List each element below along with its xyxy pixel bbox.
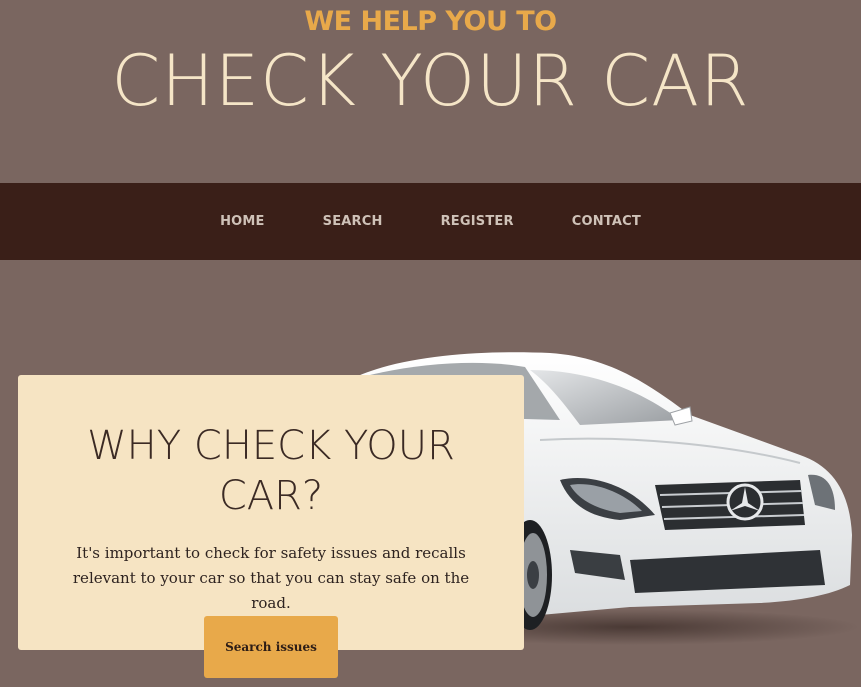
nav-item-register[interactable]: REGISTER [441,214,514,229]
hero-subtitle: WE HELP YOU TO [304,6,557,37]
main-nav: HOME SEARCH REGISTER CONTACT [0,183,861,260]
nav-item-search[interactable]: SEARCH [323,214,383,229]
feature-description: It's important to check for safety issue… [72,544,470,612]
hero-title: CHECK YOUR CAR [111,40,750,122]
nav-item-home[interactable]: HOME [220,214,265,229]
search-issues-button[interactable]: Search issues [204,616,338,678]
feature-title: WHY CHECK YOUR CAR? [87,423,455,519]
feature-card: WHY CHECK YOUR CAR? It's important to ch… [18,375,524,650]
hero-header: WE HELP YOU TO CHECK YOUR CAR [0,0,861,183]
nav-item-contact[interactable]: CONTACT [572,214,641,229]
